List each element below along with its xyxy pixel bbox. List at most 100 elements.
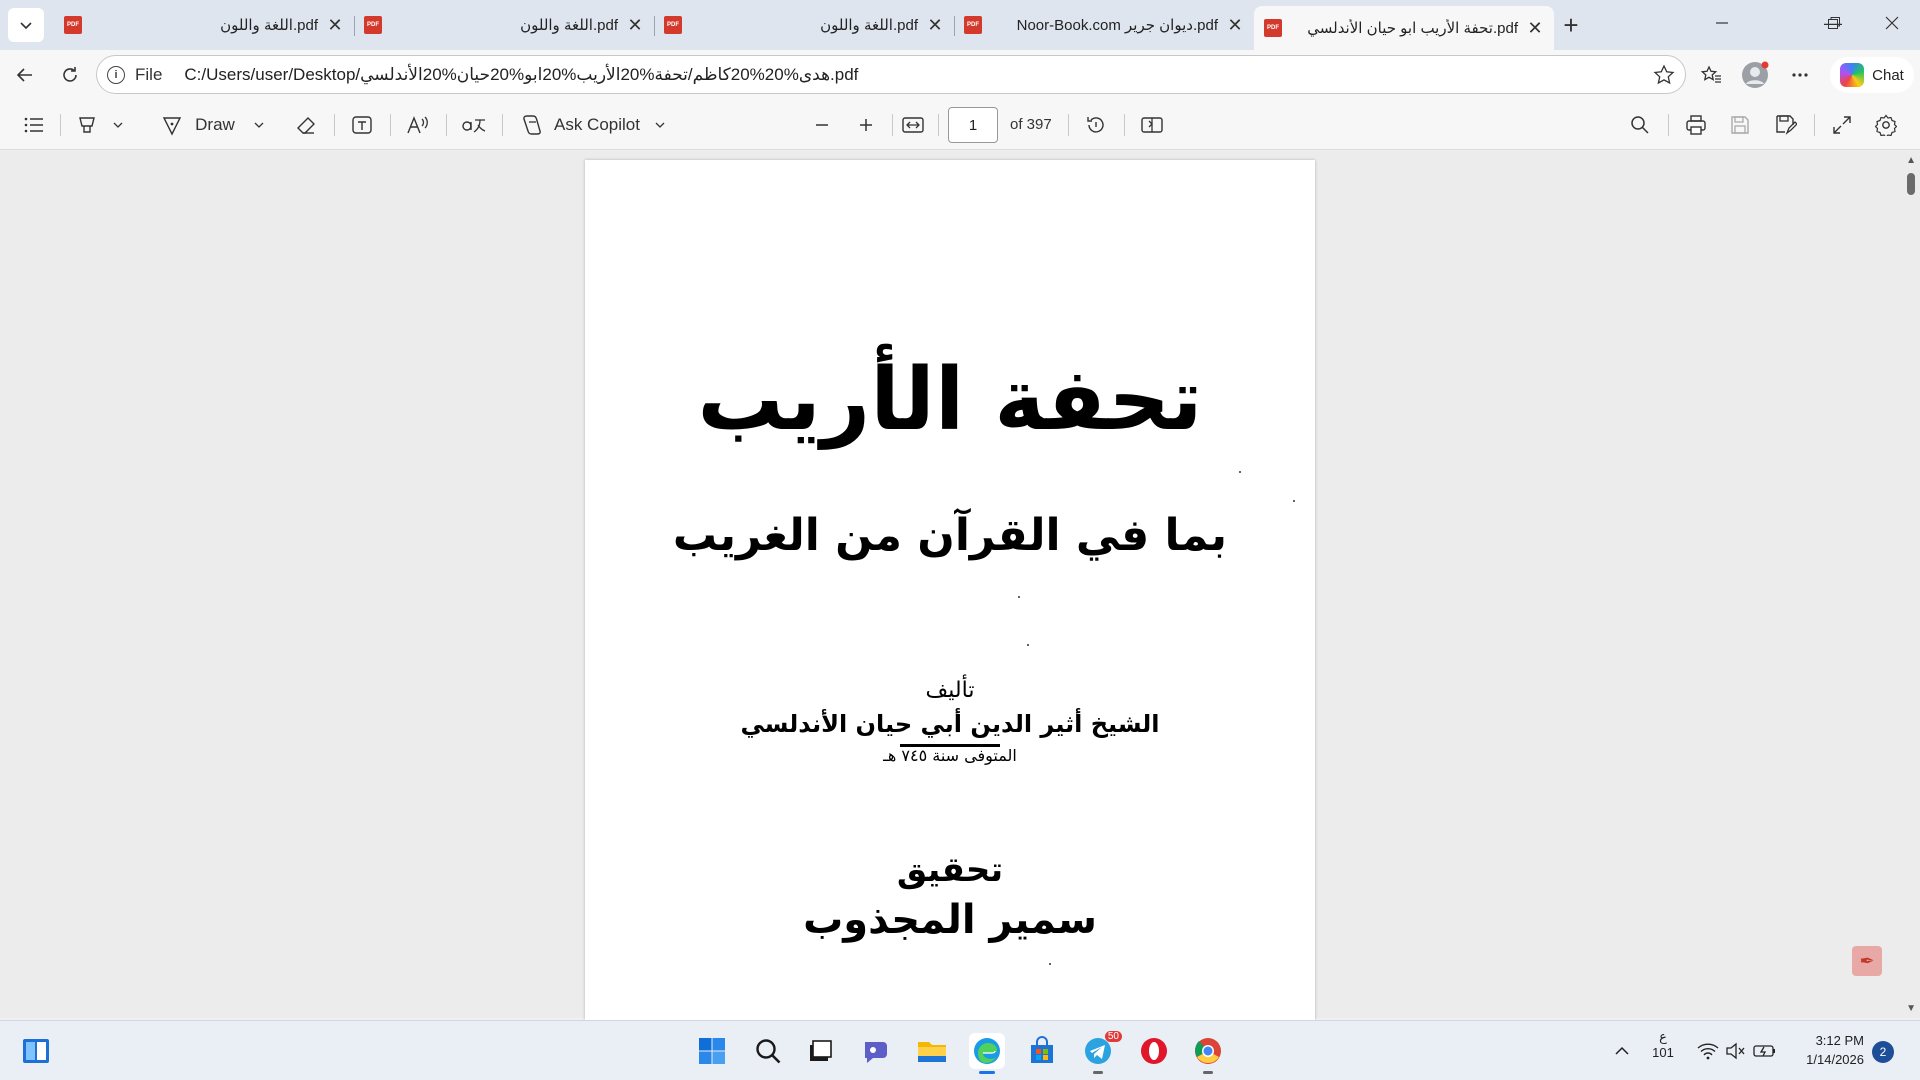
minimize-window-button[interactable] [1694,0,1750,46]
zoom-in-button[interactable] [850,108,882,142]
read-aloud-button[interactable] [402,108,434,142]
toolbar-divider [334,114,335,136]
favorite-star-icon[interactable] [1653,64,1675,91]
save-button[interactable] [1724,108,1756,142]
tab-5-active[interactable]: PDF تحفة الأريب ابو حيان الأندلسي.pdf ✕ [1254,6,1554,50]
tab-2[interactable]: PDF اللغة واللون.pdf ✕ [354,6,654,44]
zoom-out-button[interactable] [806,108,838,142]
search-icon [1631,116,1649,134]
pdf-file-icon: PDF [364,16,382,34]
favorites-button[interactable] [1694,58,1728,92]
url-text[interactable]: C:/Users/user/Desktop/هدى%20%20كاظم/تحفة… [184,65,858,85]
add-text-button[interactable] [346,108,378,142]
vertical-scrollbar[interactable]: ▲ ▼ [1902,151,1920,1018]
editor-name: سمير المجذوب [803,897,1097,943]
clock-date: 1/14/2026 [1806,1052,1864,1067]
page-view-button[interactable] [1136,108,1168,142]
ask-copilot-button[interactable]: Ask Copilot [518,108,668,142]
store-button[interactable] [1024,1033,1060,1069]
erase-button[interactable] [290,108,322,142]
pdf-viewer[interactable]: تحفة الأريب بما في القرآن من الغريب تألي… [0,151,1920,1020]
quick-settings-button[interactable] [1692,1033,1782,1069]
contents-button[interactable] [18,108,50,142]
chat-bubble-icon [865,1042,887,1063]
toolbar-divider [1814,114,1815,136]
telegram-unread-badge: 50 [1104,1031,1122,1042]
tab-title: اللغة واللون.pdf [520,17,618,34]
restore-button[interactable] [1806,0,1862,46]
edge-taskbar-button[interactable] [969,1033,1005,1074]
close-window-button[interactable] [1864,0,1920,46]
scan-speck [1018,596,1020,598]
tab-close-button[interactable]: ✕ [1226,15,1244,36]
opera-icon [1141,1038,1167,1064]
print-button[interactable] [1680,108,1712,142]
pdf-page: تحفة الأريب بما في القرآن من الغريب تألي… [585,160,1315,1020]
text-box-icon [352,116,372,134]
site-info-icon[interactable]: i [107,65,125,84]
widgets-button[interactable] [18,1033,54,1069]
tab-1[interactable]: PDF اللغة واللون.pdf ✕ [54,6,354,44]
tab-close-button[interactable]: ✕ [626,15,644,36]
notification-count-badge[interactable]: 2 [1872,1041,1894,1063]
fit-to-width-button[interactable] [897,108,929,142]
profile-button[interactable] [1738,58,1772,92]
search-button[interactable] [750,1033,786,1069]
save-as-button[interactable] [1770,108,1802,142]
tab-3[interactable]: PDF اللغة واللون.pdf ✕ [654,6,954,44]
active-indicator [979,1071,995,1074]
file-explorer-button[interactable] [914,1033,950,1069]
back-button[interactable] [8,58,42,92]
fullscreen-button[interactable] [1826,108,1858,142]
draw-button[interactable]: Draw [156,108,270,142]
tab-title: اللغة واللون.pdf [220,17,318,34]
rotate-button[interactable] [1080,108,1112,142]
chrome-button[interactable] [1190,1033,1226,1074]
task-view-button[interactable] [802,1033,838,1069]
highlight-button[interactable] [72,108,128,142]
more-menu-button[interactable] [1783,58,1817,92]
scan-speck [1049,963,1051,965]
new-tab-button[interactable]: + [1556,10,1586,40]
scroll-down-arrow[interactable]: ▼ [1906,1003,1916,1014]
clock-button[interactable]: 3:12 PM 1/14/2026 [1794,1031,1864,1069]
tab-strip: PDF اللغة واللون.pdf ✕ PDF اللغة واللون.… [0,0,1920,50]
language-script: ع [1659,1029,1667,1044]
chevron-down-icon [254,122,264,128]
translate-button[interactable] [458,108,490,142]
tab-title: اللغة واللون.pdf [820,17,918,34]
scroll-up-arrow[interactable]: ▲ [1906,155,1916,166]
telegram-button[interactable]: 50 [1080,1031,1122,1074]
copilot-outline-icon [523,115,541,135]
toolbar-divider [502,114,503,136]
save-disk-icon [1731,116,1749,134]
printer-icon [1686,115,1706,135]
tab-actions-menu-button[interactable] [8,8,44,42]
tab-4[interactable]: PDF Noor-Book.com ديوان جرير.pdf ✕ [954,6,1254,44]
teams-chat-button[interactable] [858,1033,894,1069]
scroll-thumb[interactable] [1907,173,1915,195]
navigation-bar: i File C:/Users/user/Desktop/هدى%20%20كا… [0,50,1920,100]
list-icon [24,117,43,133]
ask-copilot-label: Ask Copilot [554,115,640,134]
input-language-indicator[interactable]: ع 101 [1648,1029,1678,1060]
find-button[interactable] [1624,108,1656,142]
tab-close-button[interactable]: ✕ [926,15,944,36]
start-button[interactable] [694,1033,730,1069]
opera-button[interactable] [1136,1033,1172,1069]
tab-close-button[interactable]: ✕ [1526,18,1544,39]
volume-muted-icon [1726,1042,1745,1060]
copilot-chat-button[interactable]: Chat [1830,57,1914,93]
page-number-input[interactable]: 1 [948,107,998,143]
avatar-icon [1742,61,1769,88]
pdf-toolbar: Draw Ask Copilot 1 of 397 [0,100,1920,150]
page-total-label: of 397 [1010,116,1052,133]
settings-button[interactable] [1870,108,1902,142]
address-bar[interactable]: i File C:/Users/user/Desktop/هدى%20%20كا… [96,55,1686,94]
tab-close-button[interactable]: ✕ [326,15,344,36]
acrobat-icon[interactable]: ✒ [1852,946,1882,976]
refresh-button[interactable] [53,58,87,92]
chrome-icon [1195,1038,1221,1064]
show-hidden-icons-button[interactable] [1604,1033,1640,1069]
refresh-icon [63,67,77,82]
